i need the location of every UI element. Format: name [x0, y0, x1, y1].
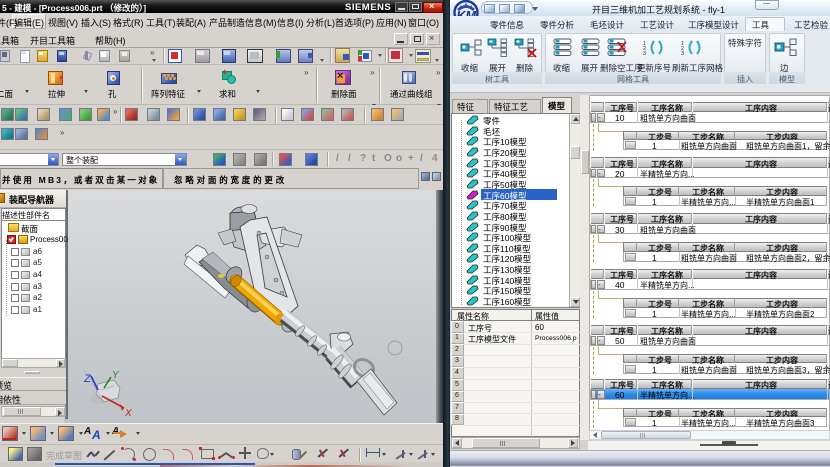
svg-text:Z: Z: [84, 373, 92, 385]
svg-text:3: 3: [643, 51, 646, 57]
svg-text:Y: Y: [112, 370, 120, 381]
svg-text:3: 3: [681, 51, 684, 57]
svg-text:X: X: [124, 408, 132, 419]
